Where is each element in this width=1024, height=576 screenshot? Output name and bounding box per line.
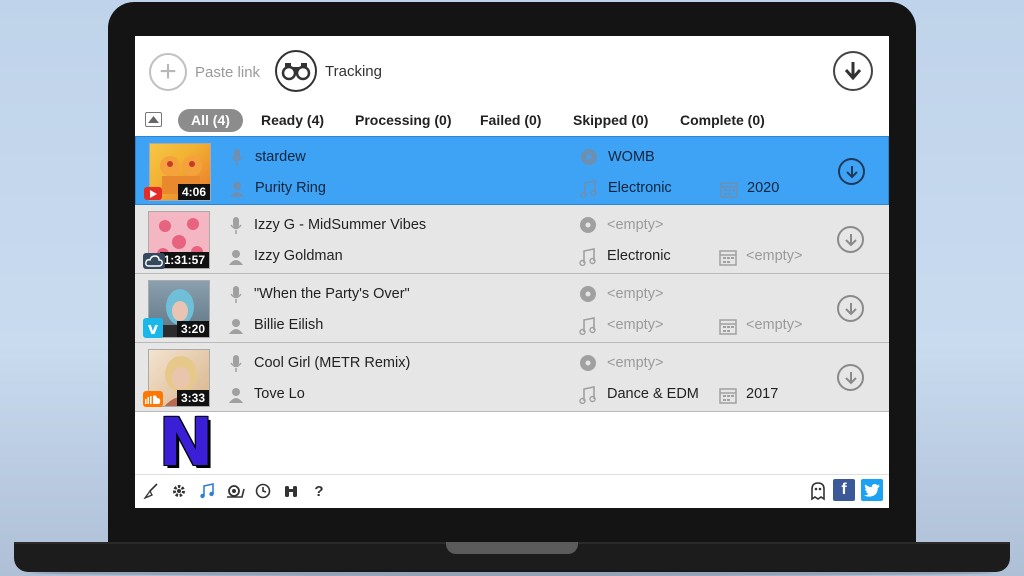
person-icon (227, 248, 245, 266)
download-arrow-icon (844, 371, 857, 384)
tracking-button[interactable]: Tracking (275, 50, 382, 92)
calendar-icon (719, 386, 737, 404)
track-artist: Billie Eilish (254, 317, 324, 333)
status-bar: ? f (135, 474, 889, 508)
tracking-label: Tracking (325, 62, 382, 80)
track-genre: Electronic (607, 248, 671, 264)
music-note-icon (579, 386, 597, 404)
toolbar: + Paste link Tracking (135, 36, 889, 106)
disc-icon (580, 148, 598, 166)
tab-processing[interactable]: Processing (0) (355, 109, 451, 132)
download-button[interactable] (837, 226, 864, 253)
logo: N (158, 404, 214, 481)
track-title: Izzy G - MidSummer Vibes (254, 217, 427, 233)
snail-icon[interactable] (225, 481, 245, 501)
laptop-notch (446, 542, 578, 554)
clock-icon[interactable] (253, 481, 273, 501)
paste-link-label: Paste link (195, 63, 261, 81)
disc-icon (579, 354, 597, 372)
facebook-icon[interactable]: f (833, 479, 855, 501)
microphone-icon (227, 355, 245, 373)
track-title: Cool Girl (METR Remix) (254, 355, 411, 371)
music-note-icon (579, 248, 597, 266)
track-album: <empty> (607, 217, 664, 233)
filter-tabs: All (4) Ready (4) Processing (0) Failed … (135, 108, 889, 136)
track-year: 2020 (747, 180, 780, 196)
track-list: 4:06 stardew Purity Ring WOMB Electronic (135, 136, 889, 412)
track-genre: Dance & EDM (607, 386, 699, 402)
tab-failed[interactable]: Failed (0) (480, 109, 541, 132)
person-icon (228, 180, 246, 198)
calendar-icon (720, 180, 738, 198)
track-year: 2017 (746, 386, 779, 402)
track-album: WOMB (608, 149, 655, 165)
binoculars-icon[interactable] (281, 481, 301, 501)
calendar-icon (719, 317, 737, 335)
download-arrow-icon (844, 62, 862, 81)
cloud-icon (143, 253, 165, 269)
track-year: <empty> (746, 248, 803, 264)
broom-icon[interactable] (141, 481, 161, 501)
microphone-icon (227, 217, 245, 235)
binoculars-icon (275, 50, 317, 92)
track-genre: <empty> (607, 317, 664, 333)
track-year: <empty> (746, 317, 803, 333)
download-button[interactable] (837, 364, 864, 391)
track-title: stardew (255, 149, 306, 165)
track-artist: Izzy Goldman (254, 248, 343, 264)
download-all-button[interactable] (833, 51, 873, 91)
tab-all[interactable]: All (4) (178, 109, 243, 132)
list-item[interactable]: 3:33 Cool Girl (METR Remix) Tove Lo <emp… (135, 343, 889, 412)
vimeo-icon: v (143, 318, 163, 338)
tab-ready[interactable]: Ready (4) (261, 109, 324, 132)
track-album: <empty> (607, 286, 664, 302)
duration-label: 1:31:57 (159, 252, 209, 268)
microphone-icon (227, 286, 245, 304)
music-note-icon (580, 180, 598, 198)
duration-label: 4:06 (177, 184, 210, 200)
list-item[interactable]: 4:06 stardew Purity Ring WOMB Electronic (135, 136, 889, 205)
tab-skipped[interactable]: Skipped (0) (573, 109, 648, 132)
laptop-shadow (30, 570, 994, 576)
gear-icon[interactable] (169, 481, 189, 501)
duration-label: 3:20 (176, 321, 209, 337)
list-item[interactable]: 3:20 v "When the Party's Over" Billie Ei… (135, 274, 889, 343)
track-artist: Purity Ring (255, 180, 326, 196)
download-arrow-icon (844, 302, 857, 315)
download-arrow-icon (845, 165, 858, 178)
calendar-icon (719, 248, 737, 266)
collapse-button[interactable] (145, 112, 162, 127)
plus-icon: + (149, 53, 187, 91)
track-album: <empty> (607, 355, 664, 371)
youtube-icon (144, 187, 162, 200)
help-icon[interactable]: ? (309, 481, 329, 501)
paste-link-button[interactable]: + Paste link (149, 53, 260, 91)
disc-icon (579, 285, 597, 303)
track-title: "When the Party's Over" (254, 286, 410, 302)
disc-icon (579, 216, 597, 234)
person-icon (227, 386, 245, 404)
app-window: + Paste link Tracking All (4) Ready (4) … (135, 36, 889, 508)
microphone-icon (228, 149, 246, 167)
download-button[interactable] (837, 295, 864, 322)
ghost-icon[interactable] (807, 480, 829, 502)
triangle-up-icon (148, 116, 159, 123)
music-note-icon (579, 317, 597, 335)
track-genre: Electronic (608, 180, 672, 196)
download-arrow-icon (844, 233, 857, 246)
person-icon (227, 317, 245, 335)
twitter-icon[interactable] (861, 479, 883, 501)
music-mode-icon[interactable] (197, 481, 217, 501)
tab-complete[interactable]: Complete (0) (680, 109, 765, 132)
list-item[interactable]: 1:31:57 Izzy G - MidSummer Vibes Izzy Go… (135, 205, 889, 274)
download-button[interactable] (838, 158, 865, 185)
track-artist: Tove Lo (254, 386, 305, 402)
